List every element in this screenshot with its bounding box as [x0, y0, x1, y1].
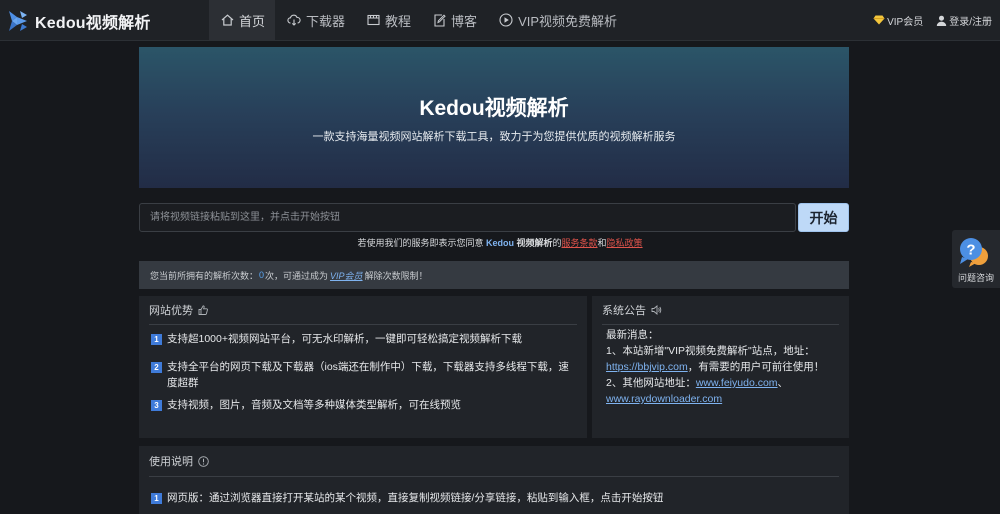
raydownloader-link[interactable]: www.raydownloader.com	[606, 393, 722, 405]
question-chat-icon: ?	[960, 238, 988, 267]
advantage-item: 2 支持全平台的网页下载及下载器（ios端还在制作中）下载，下载器支持多线程下载…	[151, 359, 571, 391]
hero-subtitle: 一款支持海量视频网站解析下载工具，致力于为您提供优质的视频解析服务	[312, 131, 676, 143]
usage-card: 使用说明 1 网页版：通过浏览器直接打开某站的某个视频，直接复制视频链接/分享链…	[139, 446, 849, 514]
nav-downloader[interactable]: 下载器	[275, 0, 355, 40]
announcement-heading: 最新消息：	[606, 329, 659, 341]
vip-member-link[interactable]: VIP会员	[873, 13, 923, 28]
announcement-line-2-text: 2、其他网站地址：	[606, 377, 696, 389]
agreement-text: 若使用我们的服务即表示您同意 Kedou 视频解析的服务条款和隐私政策	[0, 236, 1000, 249]
speaker-icon	[651, 305, 662, 315]
nav-tutorial-label: 教程	[385, 13, 412, 29]
usage-header: 使用说明	[149, 446, 839, 477]
usage-text: 网页版：通过浏览器直接打开某站的某个视频，直接复制视频链接/分享链接，粘贴到输入…	[167, 492, 664, 504]
hero-title: Kedou视频解析	[419, 97, 569, 120]
advantage-text: 支持视频，图片，音频及文档等多种媒体类型解析，可在线预览	[167, 399, 461, 411]
advantage-item: 1 支持超1000+视频网站平台，可无水印解析，一键即可轻松搞定视频解析下载	[151, 331, 571, 347]
nav-home-label: 首页	[239, 13, 266, 29]
kedou-logo-icon	[9, 11, 27, 31]
announcement-body: 最新消息： 1、本站新增"VIP视频免费解析"站点，地址： https://bbj…	[606, 327, 831, 407]
nav-blog[interactable]: 博客	[421, 0, 487, 40]
vip-member-label: VIP会员	[887, 16, 924, 28]
quota-middle: 次，可通过成为	[265, 270, 329, 281]
advantages-card: 网站优势 1 支持超1000+视频网站平台，可无水印解析，一键即可轻松搞定视频解…	[139, 296, 587, 438]
agreement-brand: Kedou	[485, 238, 514, 248]
agreement-prefix: 若使用我们的服务即表示您同意	[357, 238, 484, 248]
nav-downloader-label: 下载器	[306, 13, 346, 29]
brand-name: Kedou视频解析	[35, 15, 151, 32]
usage-number: 1	[151, 493, 162, 504]
nav-vip-parse-label: VIP视频免费解析	[518, 13, 618, 29]
usage-title: 使用说明	[149, 456, 193, 468]
privacy-link[interactable]: 隐私政策	[607, 238, 643, 248]
announcement-line-1-suffix: ，有需要的用户可前往使用！	[687, 361, 825, 373]
quota-prefix: 您当前所拥有的解析次数：	[150, 270, 259, 281]
thumbs-up-icon	[198, 305, 208, 315]
advantage-number: 3	[151, 400, 162, 411]
announcement-line-1: 1、本站新增"VIP视频免费解析"站点，地址： https://bbjvip.co…	[606, 343, 831, 375]
info-circle-icon	[198, 455, 209, 467]
advantages-title: 网站优势	[149, 305, 193, 317]
agreement-and: 和	[597, 238, 607, 248]
cloud-download-icon	[287, 14, 301, 26]
advantage-text: 支持全平台的网页下载及下载器（ios端还在制作中）下载，下载器支持多线程下载，速…	[167, 361, 569, 389]
nav-home[interactable]: 首页	[209, 0, 276, 40]
advantage-number: 1	[151, 334, 162, 345]
svg-text:?: ?	[966, 242, 975, 259]
announcement-title: 系统公告	[602, 305, 646, 317]
announcement-line-1-text: 1、本站新增"VIP视频免费解析"站点，地址：	[606, 345, 815, 357]
user-icon	[937, 15, 947, 26]
usage-item: 1 网页版：通过浏览器直接打开某站的某个视频，直接复制视频链接/分享链接，粘贴到…	[151, 490, 833, 506]
advantage-number: 2	[151, 362, 162, 373]
announcement-header: 系统公告	[602, 296, 839, 325]
help-consult-widget[interactable]: ? 问题咨询	[952, 230, 1000, 288]
announcement-line-2: 2、其他网站地址：www.feiyudo.com、 www.raydownload…	[606, 375, 831, 407]
diamond-icon	[873, 15, 885, 25]
announcement-separator: 、	[777, 377, 789, 389]
feiyudo-link[interactable]: www.feiyudo.com	[696, 377, 778, 389]
advantages-header: 网站优势	[149, 296, 577, 325]
agreement-de: 的	[552, 238, 562, 248]
home-icon	[221, 14, 234, 26]
terms-link[interactable]: 服务条款	[562, 238, 598, 248]
brand-logo[interactable]: Kedou视频解析	[8, 9, 151, 33]
login-register-link[interactable]: 登录/注册	[936, 13, 992, 28]
quota-count: 0	[259, 270, 265, 280]
video-icon	[367, 14, 380, 26]
nav-blog-label: 博客	[451, 13, 478, 29]
header-right: VIP会员 登录/注册	[860, 0, 992, 40]
edit-icon	[433, 13, 446, 27]
video-url-input[interactable]	[139, 203, 796, 232]
announcement-card: 系统公告 最新消息： 1、本站新增"VIP视频免费解析"站点，地址： https:…	[592, 296, 849, 438]
advantage-item: 3 支持视频，图片，音频及文档等多种媒体类型解析，可在线预览	[151, 397, 571, 413]
main-nav: 首页 下载器 教程 博客 VIP视频免费解析	[209, 0, 627, 40]
quota-notice: 您当前所拥有的解析次数： 0 次，可通过成为 VIP会员 解除次数限制！	[139, 261, 849, 289]
top-navbar: Kedou视频解析 首页 下载器 教程 博客 VIP视频免费解析 VIP会员 登…	[0, 0, 1000, 41]
login-register-label: 登录/注册	[949, 16, 992, 28]
vip-upgrade-link[interactable]: VIP会员	[330, 269, 363, 282]
nav-vip-parse[interactable]: VIP视频免费解析	[487, 0, 627, 40]
quota-suffix: 解除次数限制！	[364, 270, 428, 281]
start-button[interactable]: 开始	[798, 203, 849, 232]
agreement-brand-suffix: 视频解析	[516, 238, 553, 248]
nav-tutorial[interactable]: 教程	[355, 0, 421, 40]
bbjvip-link[interactable]: https://bbjvip.com	[606, 361, 688, 373]
hero-banner: Kedou视频解析 一款支持海量视频网站解析下载工具，致力于为您提供优质的视频解…	[139, 47, 849, 188]
play-circle-icon	[499, 13, 513, 27]
advantage-text: 支持超1000+视频网站平台，可无水印解析，一键即可轻松搞定视频解析下载	[167, 333, 522, 345]
help-consult-label: 问题咨询	[957, 273, 994, 283]
